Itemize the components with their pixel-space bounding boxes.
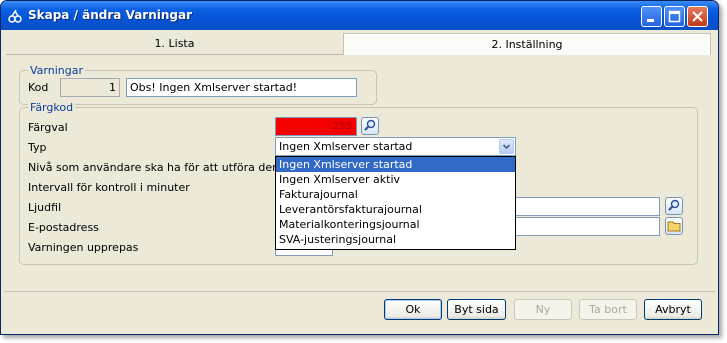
epost-label: E-postadress xyxy=(28,221,99,234)
kod-field: 1 xyxy=(60,78,120,97)
fargval-label: Färgval xyxy=(28,121,68,134)
varningar-group: Varningar Kod 1 Obs! Ingen Xmlserver sta… xyxy=(19,64,377,105)
ok-button[interactable]: Ok xyxy=(384,299,442,320)
tab-strip: 1. Lista 2. Inställning xyxy=(6,33,711,55)
varningar-legend: Varningar xyxy=(28,64,85,77)
dialog-body: 1. Lista 2. Inställning Varningar Kod 1 … xyxy=(4,31,715,332)
app-icon xyxy=(7,8,23,24)
typ-option[interactable]: Fakturajournal xyxy=(276,187,515,202)
chevron-down-icon xyxy=(502,144,511,150)
fargkod-legend: Färgkod xyxy=(28,101,76,114)
close-icon xyxy=(692,11,703,22)
minimize-button[interactable] xyxy=(641,6,662,27)
tab-installning-label: 2. Inställning xyxy=(491,38,563,51)
kod-label: Kod xyxy=(28,81,49,94)
search-icon xyxy=(364,119,376,131)
dialog-window: Skapa / ändra Varningar 1. Lista 2. Inst… xyxy=(0,0,719,335)
intervall-label: Intervall för kontroll i minuter xyxy=(28,181,190,194)
tab-lista-label: 1. Lista xyxy=(154,37,195,50)
typ-label: Typ xyxy=(28,141,47,154)
tab-installning[interactable]: 2. Inställning xyxy=(343,33,711,55)
typ-dropdown-list: Ingen Xmlserver startad Ingen Xmlserver … xyxy=(275,156,516,250)
minimize-icon xyxy=(647,19,654,22)
avbryt-button[interactable]: Avbryt xyxy=(644,299,702,320)
typ-select[interactable]: Ingen Xmlserver startad xyxy=(275,137,516,156)
maximize-button[interactable] xyxy=(664,6,685,27)
window-title: Skapa / ändra Varningar xyxy=(28,8,193,22)
color-picker-button[interactable] xyxy=(361,117,379,135)
typ-option[interactable]: SVA-justeringsjournal xyxy=(276,232,515,247)
folder-icon xyxy=(667,221,681,232)
ljudfil-label: Ljudfil xyxy=(28,201,62,214)
button-bar-divider xyxy=(4,291,715,292)
close-button[interactable] xyxy=(687,6,708,27)
fargval-color-field[interactable]: 255 xyxy=(275,117,357,136)
typ-option[interactable]: Materialkonteringsjournal xyxy=(276,217,515,232)
typ-option[interactable]: Ingen Xmlserver aktiv xyxy=(276,172,515,187)
typ-option[interactable]: Ingen Xmlserver startad xyxy=(276,157,515,172)
typ-option[interactable]: Leverantörsfakturajournal xyxy=(276,202,515,217)
maximize-icon xyxy=(668,10,681,23)
typ-dropdown-arrow[interactable] xyxy=(499,139,514,154)
byt-sida-button[interactable]: Byt sida xyxy=(447,299,506,320)
typ-selected-value: Ingen Xmlserver startad xyxy=(279,140,413,153)
ny-button[interactable]: Ny xyxy=(514,299,572,320)
search-icon xyxy=(668,199,680,211)
title-bar[interactable]: Skapa / ändra Varningar xyxy=(1,1,718,30)
ta-bort-button[interactable]: Ta bort xyxy=(579,299,637,320)
ljudfil-search-button[interactable] xyxy=(665,197,683,215)
niva-label: Nivå som användare ska ha för att utföra… xyxy=(28,161,293,174)
upprepas-label: Varningen upprepas xyxy=(28,241,139,254)
warning-message-input[interactable]: Obs! Ingen Xmlserver startad! xyxy=(126,78,357,97)
tab-lista[interactable]: 1. Lista xyxy=(6,33,343,55)
epost-button[interactable] xyxy=(665,217,683,235)
